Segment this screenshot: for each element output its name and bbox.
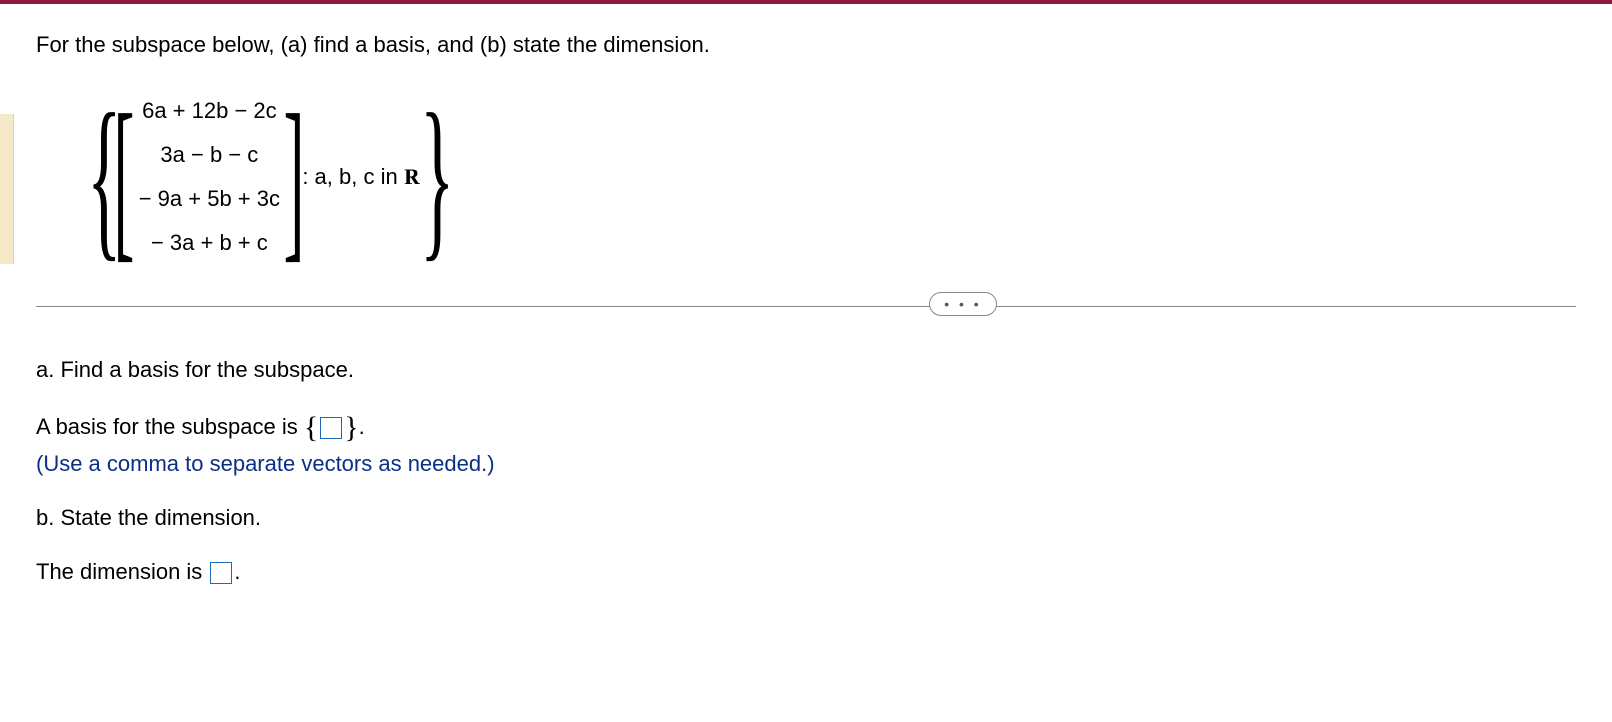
matrix-bracket-left: [ (114, 101, 135, 254)
condition-text: : a, b, c in (302, 164, 404, 189)
vector-row-3: − 9a + 5b + 3c (134, 186, 284, 212)
vector-row-2: 3a − b − c (134, 142, 284, 168)
answer-brace-open: { (304, 411, 318, 444)
set-brace-right: } (419, 105, 454, 249)
vector-column: 6a + 12b − 2c 3a − b − c − 9a + 5b + 3c … (126, 88, 292, 266)
set-condition: : a, b, c in R (302, 164, 418, 190)
vector-row-4: − 3a + b + c (134, 230, 284, 256)
dimension-input[interactable] (210, 562, 232, 584)
matrix-bracket-right: ] (284, 101, 305, 254)
real-numbers-symbol: R (404, 164, 419, 190)
basis-input[interactable] (320, 417, 342, 439)
part-b-answer-prefix: The dimension is (36, 559, 208, 584)
part-b-heading: b. State the dimension. (36, 505, 1576, 531)
question-content: For the subspace below, (a) find a basis… (0, 4, 1612, 631)
part-b-period: . (234, 559, 240, 584)
part-a-hint: (Use a comma to separate vectors as need… (36, 451, 1576, 477)
more-button[interactable]: • • • (929, 292, 996, 316)
left-margin-tab (0, 114, 14, 264)
part-a-answer-line: A basis for the subspace is {}. (36, 411, 1576, 445)
question-prompt: For the subspace below, (a) find a basis… (36, 32, 1576, 58)
part-a-heading: a. Find a basis for the subspace. (36, 357, 1576, 383)
subspace-definition: { [ 6a + 12b − 2c 3a − b − c − 9a + 5b +… (86, 88, 1576, 266)
section-divider: • • • (36, 306, 1576, 307)
divider-line (36, 306, 1576, 307)
answer-brace-close: } (344, 411, 358, 444)
part-b-answer-line: The dimension is . (36, 559, 1576, 585)
part-a-answer-prefix: A basis for the subspace is (36, 414, 304, 439)
part-a-period: . (359, 414, 365, 439)
vector-row-1: 6a + 12b − 2c (134, 98, 284, 124)
